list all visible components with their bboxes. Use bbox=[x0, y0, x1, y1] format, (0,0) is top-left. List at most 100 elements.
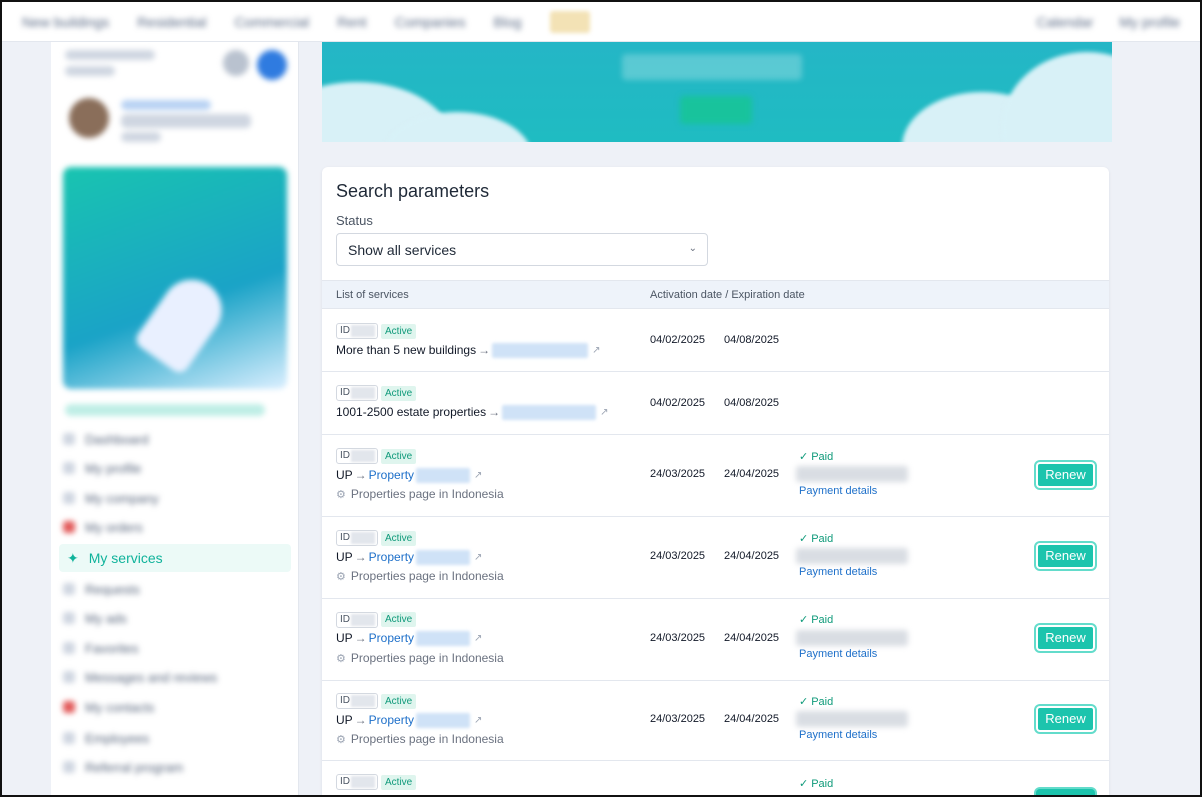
hero-banner[interactable] bbox=[322, 42, 1112, 142]
sidebar-item[interactable]: Messages and reviews bbox=[63, 665, 287, 689]
service-description: ⚙ Properties page in Indonesia bbox=[336, 732, 504, 746]
nav-item[interactable]: Rent bbox=[337, 14, 367, 30]
service-link[interactable]: Property bbox=[369, 713, 414, 727]
service-link[interactable]: Property bbox=[369, 468, 414, 482]
id-badge: ID bbox=[336, 612, 378, 628]
sidebar-item-label: My services bbox=[88, 550, 163, 566]
page-title: Search parameters bbox=[336, 181, 490, 201]
check-icon: ✓ bbox=[799, 696, 809, 708]
column-header-services: List of services bbox=[336, 289, 409, 301]
service-link[interactable]: Property bbox=[369, 550, 414, 564]
service-name: 1001-2500 estate properties → ↗ bbox=[336, 405, 609, 421]
renew-button[interactable]: Renew bbox=[1036, 462, 1095, 488]
check-icon: ✓ bbox=[799, 451, 809, 463]
nav-logo-icon bbox=[549, 10, 590, 33]
redacted-info bbox=[796, 548, 908, 564]
id-badge: ID bbox=[336, 693, 378, 709]
service-link[interactable]: Property bbox=[369, 631, 414, 645]
table-row: ID Active UP → Property ↗ ⚙ Properties page … bbox=[322, 599, 1109, 681]
expiration-date: 24/04/2025 bbox=[724, 550, 780, 562]
activation-date: 24/03/2025 bbox=[650, 632, 706, 644]
expiration-date: 04/08/2025 bbox=[724, 397, 780, 409]
id-badge: ID bbox=[336, 448, 378, 464]
menu-item-icon bbox=[63, 462, 75, 474]
redacted-info bbox=[796, 466, 908, 482]
renew-button[interactable]: Renew bbox=[1036, 625, 1095, 651]
menu-item-icon bbox=[63, 583, 75, 595]
nav-item[interactable]: Commercial bbox=[234, 14, 309, 30]
external-link-icon[interactable]: ↗ bbox=[474, 552, 482, 563]
top-navigation: New buildings Residential Commercial Ren… bbox=[2, 2, 1200, 42]
avatar[interactable] bbox=[69, 98, 109, 138]
notification-icon[interactable] bbox=[223, 50, 249, 76]
nav-item[interactable]: Calendar bbox=[1036, 14, 1093, 30]
external-link-icon[interactable]: ↗ bbox=[600, 407, 608, 418]
nav-item[interactable]: Companies bbox=[395, 14, 466, 30]
nav-item[interactable]: My profile bbox=[1119, 14, 1180, 30]
status-badge: Active bbox=[381, 324, 417, 339]
sidebar-item[interactable]: My orders bbox=[63, 515, 287, 539]
id-badge: ID bbox=[336, 774, 378, 790]
activation-date: 24/03/2025 bbox=[650, 468, 706, 480]
sidebar-item-my-services[interactable]: ✦ My services bbox=[59, 544, 291, 572]
expiration-date: 04/08/2025 bbox=[724, 334, 780, 346]
payment-details-link[interactable]: Payment details bbox=[799, 485, 877, 497]
payment-status: ✓ Paid bbox=[799, 696, 834, 708]
status-select[interactable]: Show all services ⌄ bbox=[336, 233, 708, 266]
nav-item[interactable]: Blog bbox=[494, 14, 522, 30]
id-badge: ID bbox=[336, 530, 378, 546]
sidebar-promo-link[interactable] bbox=[65, 404, 265, 416]
redacted-info bbox=[796, 630, 908, 646]
menu-item-icon bbox=[63, 642, 75, 654]
service-name: More than 5 new buildings → ↗ bbox=[336, 343, 601, 359]
menu-item-icon bbox=[63, 521, 75, 533]
app-frame: New buildings Residential Commercial Ren… bbox=[0, 0, 1202, 797]
banner-title bbox=[622, 54, 802, 80]
service-link[interactable] bbox=[492, 343, 589, 359]
external-link-icon[interactable]: ↗ bbox=[474, 470, 482, 481]
menu-item-icon bbox=[63, 732, 75, 744]
sidebar-item[interactable]: Favorites bbox=[63, 636, 287, 660]
service-name: UP → Property ↗ bbox=[336, 713, 483, 729]
menu-item-icon bbox=[63, 492, 75, 504]
status-badge: Active bbox=[381, 449, 417, 464]
renew-button[interactable] bbox=[1036, 789, 1095, 795]
gear-icon: ⚙ bbox=[336, 571, 346, 583]
sidebar-item[interactable]: Requests bbox=[63, 577, 287, 601]
sidebar-item[interactable]: Employees bbox=[63, 726, 287, 750]
external-link-icon[interactable]: ↗ bbox=[474, 633, 482, 644]
service-link[interactable] bbox=[502, 405, 597, 421]
status-badge: Active bbox=[381, 612, 417, 627]
payment-details-link[interactable]: Payment details bbox=[799, 648, 877, 660]
sidebar-item[interactable]: My ads bbox=[63, 606, 287, 630]
banner-button[interactable] bbox=[680, 96, 752, 124]
service-name: UP → Property ↗ bbox=[336, 550, 483, 566]
service-name: UP → Property ↗ bbox=[336, 468, 483, 484]
status-badge: Active bbox=[381, 775, 417, 790]
sidebar: Dashboard My profile My company My order… bbox=[51, 42, 299, 795]
payment-status: ✓ Paid bbox=[799, 451, 834, 463]
activation-date: 04/02/2025 bbox=[650, 334, 706, 346]
promo-banner[interactable] bbox=[63, 167, 287, 389]
sidebar-item[interactable]: Dashboard bbox=[63, 427, 287, 451]
payment-status: ✓ Paid bbox=[799, 614, 834, 626]
renew-button[interactable]: Renew bbox=[1036, 706, 1095, 732]
status-label: Status bbox=[336, 213, 373, 228]
avatar-small[interactable] bbox=[257, 50, 287, 80]
sidebar-item[interactable]: My company bbox=[63, 486, 287, 510]
sidebar-item[interactable]: My profile bbox=[63, 456, 287, 480]
table-row: ID Active ✓ Paid bbox=[322, 761, 1109, 795]
payment-details-link[interactable]: Payment details bbox=[799, 729, 877, 741]
external-link-icon[interactable]: ↗ bbox=[592, 345, 600, 356]
nav-item[interactable]: New buildings bbox=[22, 14, 109, 30]
rocket-hand-icon: ✦ bbox=[67, 549, 79, 566]
gear-icon: ⚙ bbox=[336, 489, 346, 501]
sidebar-item[interactable]: My contacts bbox=[63, 695, 287, 719]
payment-status: ✓ Paid bbox=[799, 778, 834, 790]
external-link-icon[interactable]: ↗ bbox=[474, 715, 482, 726]
renew-button[interactable]: Renew bbox=[1036, 543, 1095, 569]
nav-item[interactable]: Residential bbox=[137, 14, 206, 30]
check-icon: ✓ bbox=[799, 533, 809, 545]
payment-details-link[interactable]: Payment details bbox=[799, 566, 877, 578]
sidebar-item[interactable]: Referral program bbox=[63, 755, 287, 779]
